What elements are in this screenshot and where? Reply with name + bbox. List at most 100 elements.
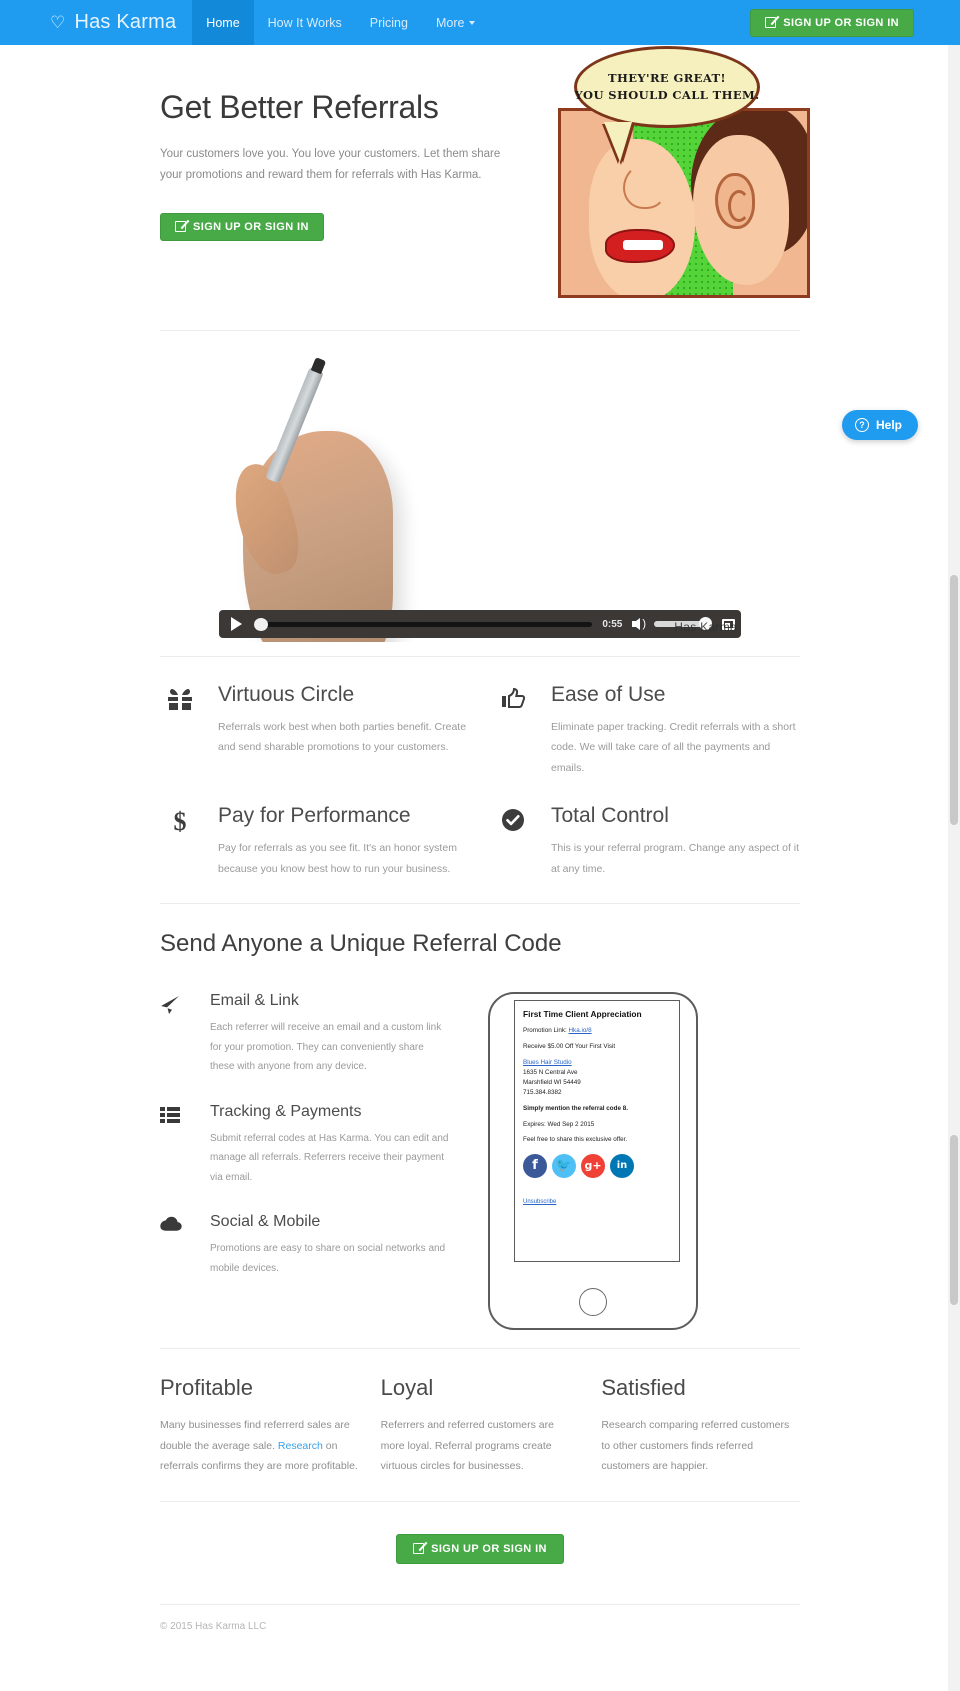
gift-icon xyxy=(160,683,200,778)
feature-body: Ease of Use Eliminate paper tracking. Cr… xyxy=(551,683,800,778)
nav-links: Home How It Works Pricing More xyxy=(192,0,489,45)
heart-outline-icon: ♡ xyxy=(50,12,66,32)
promo-business-name[interactable]: Blues Hair Studio xyxy=(523,1059,572,1066)
top-navbar: ♡ Has Karma Home How It Works Pricing Mo… xyxy=(0,0,960,45)
speech-bubble: THEY'RE GREAT! YOU SHOULD CALL THEM. xyxy=(574,46,760,128)
feature-desc: Referrals work best when both parties be… xyxy=(218,721,467,754)
help-label: Help xyxy=(875,418,902,432)
referral-item-desc: Submit referral codes at Has Karma. You … xyxy=(210,1132,449,1183)
promo-business-block: Blues Hair Studio 1635 N Central Ave Mar… xyxy=(523,1058,671,1097)
promo-email-title: First Time Client Appreciation xyxy=(523,1009,642,1020)
benefit-profitable: Profitable Many businesses find referrer… xyxy=(160,1375,359,1476)
dollar-glyph: $ xyxy=(173,807,187,837)
navbar-signup-label: SIGN UP OR SIGN IN xyxy=(783,16,899,29)
video-section: 0:55 ) Has Karma xyxy=(0,331,960,656)
promo-phone: 715.384.8382 xyxy=(523,1088,562,1096)
feature-desc: Eliminate paper tracking. Credit referra… xyxy=(551,721,796,774)
feature-desc: Pay for referrals as you see fit. It's a… xyxy=(218,842,457,875)
unsubscribe-link[interactable]: Unsubscribe xyxy=(523,1199,556,1205)
video-progress-slider[interactable] xyxy=(254,617,593,631)
dollar-sign-icon: $ xyxy=(160,804,200,879)
feature-body: Pay for Performance Pay for referrals as… xyxy=(218,804,467,879)
nav-link-how-it-works[interactable]: How It Works xyxy=(254,0,356,45)
nav-link-home[interactable]: Home xyxy=(192,0,254,45)
twitter-icon[interactable]: 🐦 xyxy=(552,1153,576,1178)
hero-signup-signin-button[interactable]: SIGN UP OR SIGN IN xyxy=(160,212,324,241)
referral-item-social-mobile: Social & Mobile Promotions are easy to s… xyxy=(160,1213,450,1278)
phone-screen: First Time Client Appreciation Promotion… xyxy=(514,1000,680,1263)
video-time-label: 0:55 xyxy=(602,618,623,630)
bottom-signup-label: SIGN UP OR SIGN IN xyxy=(431,1542,547,1555)
referral-item-desc: Promotions are easy to share on social n… xyxy=(210,1243,446,1274)
promo-address-line-2: Marshfield WI 54449 xyxy=(523,1078,581,1086)
scrollbar-thumb-secondary[interactable] xyxy=(950,1135,958,1305)
promo-link-label: Promotion Link: xyxy=(523,1027,567,1035)
volume-knob[interactable] xyxy=(699,617,712,630)
phone-mockup: First Time Client Appreciation Promotion… xyxy=(488,992,698,1331)
promo-expires: Expires: Wed Sep 2 2015 xyxy=(523,1120,595,1128)
nav-link-more-label: More xyxy=(435,15,465,30)
speaker-cone-icon xyxy=(632,618,641,630)
research-link[interactable]: Research xyxy=(278,1440,323,1452)
feature-title: Total Control xyxy=(551,804,669,828)
referral-item-title: Social & Mobile xyxy=(210,1213,321,1231)
feature-title: Virtuous Circle xyxy=(218,683,355,706)
edit-pencil-icon xyxy=(765,17,777,28)
thumbs-up-icon xyxy=(493,683,533,778)
hero-text-block: Get Better Referrals Your customers love… xyxy=(160,89,540,241)
speech-bubble-line-1: THEY'RE GREAT! xyxy=(608,71,726,86)
promo-social-icons: f 🐦 g+ in xyxy=(523,1153,671,1178)
help-button[interactable]: ? Help xyxy=(841,410,918,440)
feature-pay-for-performance: $ Pay for Performance Pay for referrals … xyxy=(160,804,467,879)
hero-signup-label: SIGN UP OR SIGN IN xyxy=(193,220,309,233)
referral-item-body: Social & Mobile Promotions are easy to s… xyxy=(210,1213,450,1278)
promo-address-line-1: 1635 N Central Ave xyxy=(523,1069,578,1077)
promo-share-line: Feel free to share this exclusive offer. xyxy=(523,1136,628,1144)
nav-cta-wrap: SIGN UP OR SIGN IN xyxy=(750,0,960,45)
chevron-down-icon xyxy=(469,20,476,25)
video-player[interactable]: 0:55 ) Has Karma xyxy=(215,347,745,642)
google-plus-icon[interactable]: g+ xyxy=(581,1153,605,1178)
speaker-icon[interactable]: ) xyxy=(632,618,646,630)
promo-offer: Receive $5.00 Off Your First Visit xyxy=(523,1042,616,1050)
feature-desc: This is your referral program. Change an… xyxy=(551,842,800,875)
referral-item-desc: Each referrer will receive an email and … xyxy=(210,1022,442,1073)
benefits-section: Profitable Many businesses find referrer… xyxy=(160,1349,800,1500)
nav-link-more[interactable]: More xyxy=(422,0,489,45)
brand-logo[interactable]: ♡ Has Karma xyxy=(0,0,192,45)
facebook-icon[interactable]: f xyxy=(523,1153,547,1178)
bottom-signup-signin-button[interactable]: SIGN UP OR SIGN IN xyxy=(396,1533,564,1564)
play-icon[interactable] xyxy=(231,617,242,631)
hero-section: Get Better Referrals Your customers love… xyxy=(160,45,810,330)
nav-link-pricing[interactable]: Pricing xyxy=(356,0,422,45)
linkedin-icon[interactable]: in xyxy=(610,1153,634,1178)
referral-code-section: Send Anyone a Unique Referral Code Email… xyxy=(160,904,800,1348)
benefit-satisfied: Satisfied Research comparing referred cu… xyxy=(601,1375,800,1476)
fullscreen-icon[interactable] xyxy=(722,618,735,630)
referral-item-tracking-payments: Tracking & Payments Submit referral code… xyxy=(160,1103,450,1188)
feature-body: Total Control This is your referral prog… xyxy=(551,804,800,879)
volume-slider[interactable] xyxy=(654,617,712,630)
video-controls-bar: 0:55 ) xyxy=(219,610,741,638)
cloud-icon xyxy=(160,1213,192,1278)
promo-link[interactable]: Hka.io/8 xyxy=(569,1027,592,1034)
speaker-waves-icon: ) xyxy=(642,617,646,630)
benefit-title: Loyal xyxy=(380,1375,434,1401)
promo-link-row: Promotion Link: Hka.io/8 xyxy=(523,1027,671,1036)
benefit-desc: Research comparing referred customers to… xyxy=(601,1419,790,1473)
phone-home-button[interactable] xyxy=(579,1288,607,1317)
feature-body: Virtuous Circle Referrals work best when… xyxy=(218,683,467,778)
referral-item-email-link: Email & Link Each referrer will receive … xyxy=(160,992,450,1077)
scrollbar-thumb[interactable] xyxy=(950,575,958,825)
edit-pencil-icon xyxy=(175,221,186,233)
benefit-title: Profitable xyxy=(160,1375,253,1401)
comic-ear xyxy=(715,173,755,229)
video-progress-knob[interactable] xyxy=(254,617,268,631)
page-scrollbar[interactable] xyxy=(948,45,960,1691)
comic-frame xyxy=(558,108,810,298)
speech-bubble-line-2: YOU SHOULD CALL THEM. xyxy=(574,88,760,102)
promo-code-line: Simply mention the referral code 8. xyxy=(523,1105,628,1113)
hero-comic-illustration: THEY'RE GREAT! YOU SHOULD CALL THEM. xyxy=(550,46,812,305)
navbar-signup-signin-button[interactable]: SIGN UP OR SIGN IN xyxy=(750,8,914,37)
